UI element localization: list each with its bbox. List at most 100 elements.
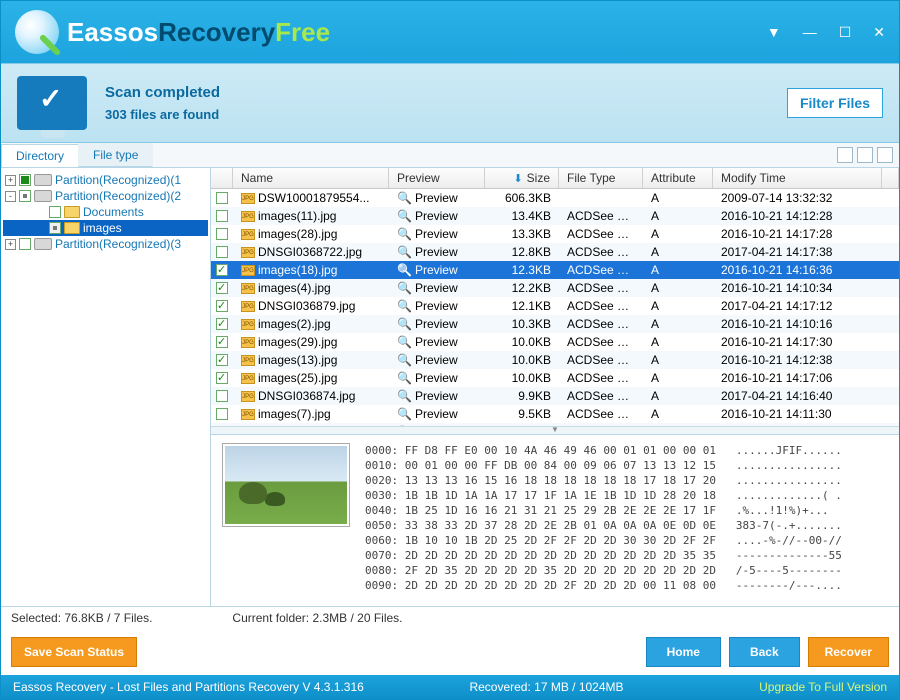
file-size: 10.0KB (485, 335, 559, 349)
file-panel: Name Preview Size File Type Attribute Mo… (211, 168, 899, 606)
tree-checkbox[interactable] (49, 222, 61, 234)
back-button[interactable]: Back (729, 637, 800, 667)
file-row[interactable]: JPGimages(29).jpg🔍Preview10.0KBACDSee Pr… (211, 333, 899, 351)
tree-item[interactable]: +Partition(Recognized)(1 (3, 172, 208, 188)
home-button[interactable]: Home (646, 637, 721, 667)
preview-link[interactable]: 🔍Preview (389, 245, 485, 259)
col-modify-time[interactable]: Modify Time (713, 168, 882, 188)
row-checkbox[interactable] (216, 300, 228, 312)
preview-link[interactable]: 🔍Preview (389, 191, 485, 205)
tree-item[interactable]: Documents (3, 204, 208, 220)
file-list[interactable]: JPGDSW10001879554...🔍Preview606.3KBA2009… (211, 189, 899, 426)
file-attribute: A (643, 245, 713, 259)
jpg-icon: JPG (241, 409, 255, 420)
preview-link[interactable]: 🔍Preview (389, 281, 485, 295)
scan-subtitle: 303 files are found (105, 107, 220, 122)
file-attribute: A (643, 281, 713, 295)
tree-item[interactable]: images (3, 220, 208, 236)
file-size: 13.4KB (485, 209, 559, 223)
file-row[interactable]: JPGimages(4).jpg🔍Preview12.2KBACDSee Pr.… (211, 279, 899, 297)
tree-item[interactable]: +Partition(Recognized)(3 (3, 236, 208, 252)
row-checkbox[interactable] (216, 192, 228, 204)
preview-link[interactable]: 🔍Preview (389, 299, 485, 313)
file-row[interactable]: JPGimages(25).jpg🔍Preview10.0KBACDSee Pr… (211, 369, 899, 387)
file-name: JPGDNSGI036874.jpg (233, 389, 389, 403)
row-checkbox[interactable] (216, 354, 228, 366)
row-checkbox[interactable] (216, 228, 228, 240)
preview-link[interactable]: 🔍Preview (389, 389, 485, 403)
file-name: JPGimages(18).jpg (233, 263, 389, 277)
preview-link[interactable]: 🔍Preview (389, 335, 485, 349)
magnifier-icon: 🔍 (397, 245, 412, 259)
upgrade-link[interactable]: Upgrade To Full Version (759, 680, 887, 694)
tab-directory[interactable]: Directory (1, 144, 79, 167)
filter-files-button[interactable]: Filter Files (787, 88, 883, 118)
tree-checkbox[interactable] (19, 174, 31, 186)
expand-icon[interactable]: + (5, 175, 16, 186)
file-row[interactable]: JPGDNSGI036874.jpg🔍Preview9.9KBACDSee Pr… (211, 387, 899, 405)
col-checkbox[interactable] (211, 168, 233, 188)
app-logo: EassosRecoveryFree (15, 10, 330, 54)
folder-icon (64, 206, 80, 218)
file-size: 13.3KB (485, 227, 559, 241)
tree-checkbox[interactable] (49, 206, 61, 218)
tree-checkbox[interactable] (19, 238, 31, 250)
file-row[interactable]: JPGDSW10001879554...🔍Preview606.3KBA2009… (211, 189, 899, 207)
file-row[interactable]: JPGimages(13).jpg🔍Preview10.0KBACDSee Pr… (211, 351, 899, 369)
preview-link[interactable]: 🔍Preview (389, 209, 485, 223)
tree-checkbox[interactable] (19, 190, 31, 202)
brand-2: Recovery (158, 17, 275, 47)
preview-link[interactable]: 🔍Preview (389, 353, 485, 367)
col-name[interactable]: Name (233, 168, 389, 188)
expand-icon[interactable]: + (5, 239, 16, 250)
preview-link[interactable]: 🔍Preview (389, 263, 485, 277)
row-checkbox[interactable] (216, 372, 228, 384)
minimize-icon[interactable]: — (803, 24, 817, 40)
row-checkbox[interactable] (216, 246, 228, 258)
recover-button[interactable]: Recover (808, 637, 889, 667)
view-detail-icon[interactable] (877, 147, 893, 163)
file-row[interactable]: JPGimages(28).jpg🔍Preview13.3KBACDSee Pr… (211, 225, 899, 243)
file-size: 9.9KB (485, 389, 559, 403)
preview-link[interactable]: 🔍Preview (389, 227, 485, 241)
file-modify-time: 2016-10-21 14:10:16 (713, 317, 899, 331)
preview-link[interactable]: 🔍Preview (389, 407, 485, 421)
close-icon[interactable]: ✕ (873, 24, 885, 41)
row-checkbox[interactable] (216, 408, 228, 420)
view-list-icon[interactable] (857, 147, 873, 163)
preview-link[interactable]: 🔍Preview (389, 371, 485, 385)
row-checkbox[interactable] (216, 390, 228, 402)
logo-icon (15, 10, 59, 54)
file-row[interactable]: JPGimages(2).jpg🔍Preview10.3KBACDSee Pr.… (211, 315, 899, 333)
menu-icon[interactable]: ▼ (767, 24, 781, 40)
row-checkbox[interactable] (216, 264, 228, 276)
row-checkbox[interactable] (216, 336, 228, 348)
magnifier-icon: 🔍 (397, 353, 412, 367)
file-row[interactable]: JPGimages(18).jpg🔍Preview12.3KBACDSee Pr… (211, 261, 899, 279)
file-row[interactable]: JPGimages(7).jpg🔍Preview9.5KBACDSee Pr..… (211, 405, 899, 423)
tree-label: Documents (83, 205, 144, 219)
col-file-type[interactable]: File Type (559, 168, 643, 188)
save-scan-status-button[interactable]: Save Scan Status (11, 637, 137, 667)
file-row[interactable]: JPGimages(11).jpg🔍Preview13.4KBACDSee Pr… (211, 207, 899, 225)
row-checkbox[interactable] (216, 318, 228, 330)
col-preview[interactable]: Preview (389, 168, 485, 188)
tab-file-type[interactable]: File type (78, 143, 153, 167)
file-row[interactable]: JPGDNSGI036879.jpg🔍Preview12.1KBACDSee P… (211, 297, 899, 315)
file-row[interactable]: JPGDNSGI0368722.jpg🔍Preview12.8KBACDSee … (211, 243, 899, 261)
maximize-icon[interactable]: ☐ (839, 24, 852, 41)
app-window: EassosRecoveryFree ▼ — ☐ ✕ Scan complete… (0, 0, 900, 700)
view-large-icon[interactable] (837, 147, 853, 163)
row-checkbox[interactable] (216, 210, 228, 222)
directory-tree[interactable]: +Partition(Recognized)(1-Partition(Recog… (1, 168, 211, 606)
preview-link[interactable]: 🔍Preview (389, 317, 485, 331)
magnifier-icon: 🔍 (397, 371, 412, 385)
row-checkbox[interactable] (216, 282, 228, 294)
tree-item[interactable]: -Partition(Recognized)(2 (3, 188, 208, 204)
col-attribute[interactable]: Attribute (643, 168, 713, 188)
jpg-icon: JPG (241, 193, 255, 204)
col-size[interactable]: Size (485, 168, 559, 188)
expand-icon[interactable]: - (5, 191, 16, 202)
splitter-grip[interactable]: ▼ (211, 426, 899, 434)
file-name: JPGDNSGI036879.jpg (233, 299, 389, 313)
